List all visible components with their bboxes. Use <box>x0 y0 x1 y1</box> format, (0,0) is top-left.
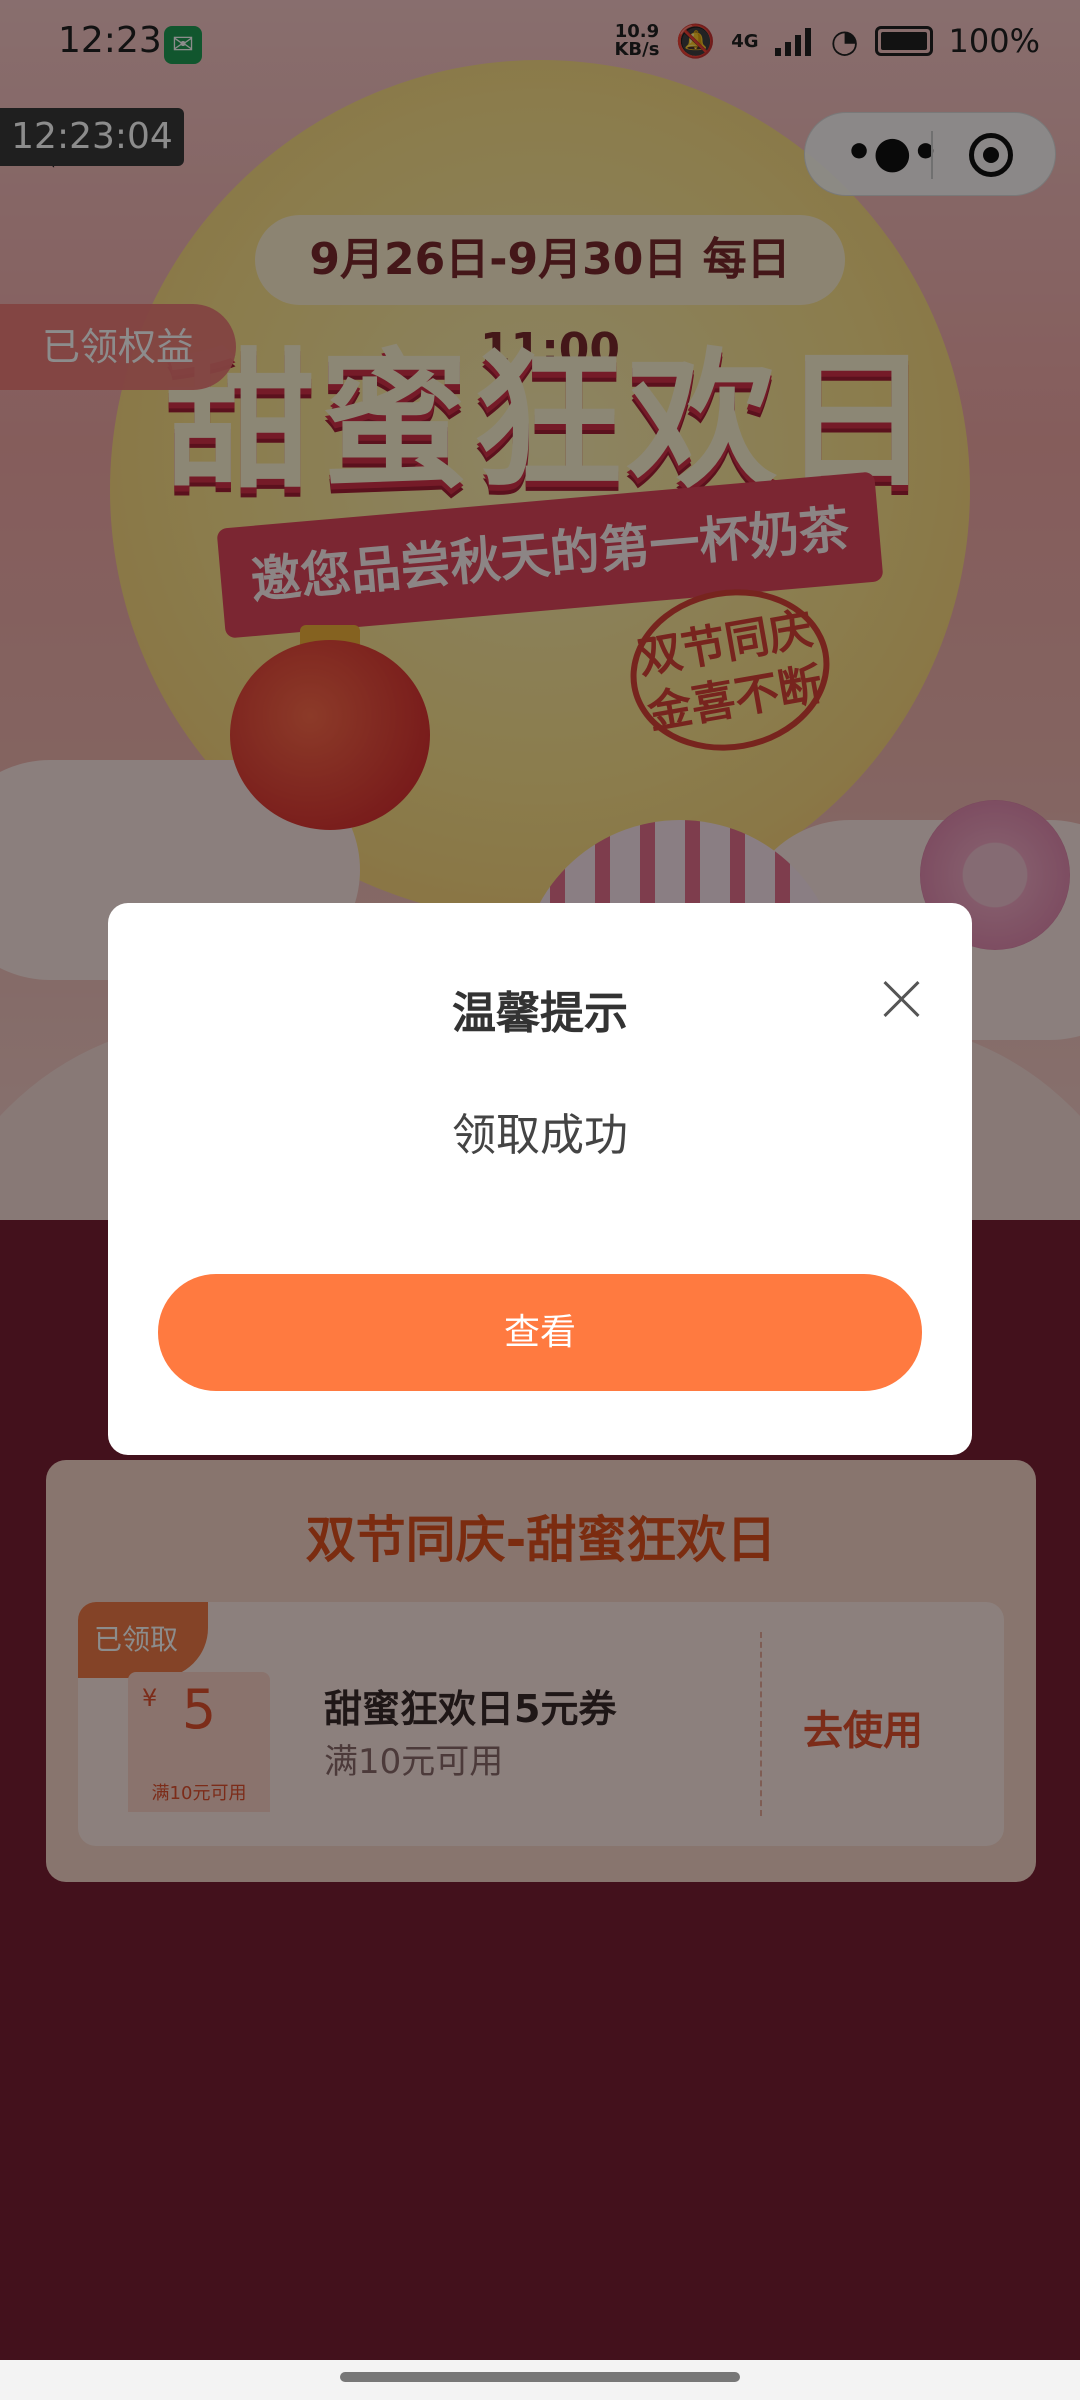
success-dialog: 温馨提示 领取成功 查看 <box>108 903 972 1455</box>
close-icon[interactable] <box>878 975 926 1023</box>
dialog-title: 温馨提示 <box>452 988 628 1039</box>
home-indicator[interactable] <box>340 2372 740 2382</box>
system-nav-bar <box>0 2360 1080 2400</box>
view-button[interactable]: 查看 <box>158 1274 922 1391</box>
dialog-message: 领取成功 <box>452 1110 628 1161</box>
